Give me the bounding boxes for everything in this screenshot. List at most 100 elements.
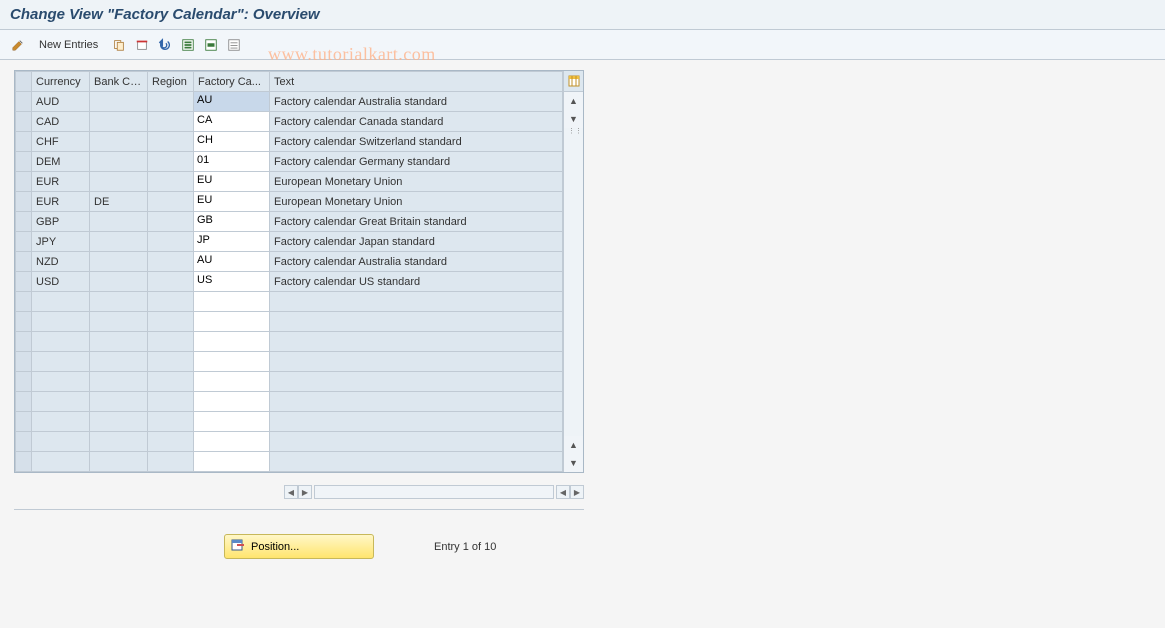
cell-factory[interactable] (194, 332, 270, 352)
table-row-empty[interactable] (16, 432, 563, 452)
cell-factory[interactable] (194, 432, 270, 452)
cell-factory[interactable] (194, 452, 270, 472)
row-selector[interactable] (16, 192, 32, 212)
new-entries-button[interactable]: New Entries (31, 37, 106, 53)
table-row-empty[interactable] (16, 392, 563, 412)
table-row[interactable]: CHFCHFactory calendar Switzerland standa… (16, 132, 563, 152)
row-selector[interactable] (16, 412, 32, 432)
scroll-track[interactable]: ⋮⋮ (564, 128, 583, 436)
table-row-empty[interactable] (16, 372, 563, 392)
cell-factory[interactable]: GB (194, 212, 270, 232)
cell-factory[interactable]: JP (194, 232, 270, 252)
cell-bank (90, 332, 148, 352)
col-region-header[interactable]: Region (148, 72, 194, 92)
row-selector[interactable] (16, 292, 32, 312)
hscroll-right-small-icon[interactable]: ▶ (298, 485, 312, 499)
cell-bank (90, 452, 148, 472)
col-currency-header[interactable]: Currency (32, 72, 90, 92)
cell-factory[interactable] (194, 312, 270, 332)
scroll-down-small-icon[interactable]: ▼ (564, 110, 583, 128)
table-row-empty[interactable] (16, 452, 563, 472)
cell-factory[interactable]: 01 (194, 152, 270, 172)
undo-icon[interactable] (155, 35, 175, 55)
cell-factory[interactable]: EU (194, 192, 270, 212)
cell-text (270, 412, 563, 432)
hscroll-left-end-icon[interactable]: ◀ (556, 485, 570, 499)
deselect-all-icon[interactable] (224, 35, 244, 55)
row-selector[interactable] (16, 232, 32, 252)
row-selector[interactable] (16, 132, 32, 152)
row-selector[interactable] (16, 332, 32, 352)
cell-text: Factory calendar Germany standard (270, 152, 563, 172)
cell-text: European Monetary Union (270, 192, 563, 212)
table-row[interactable]: USDUSFactory calendar US standard (16, 272, 563, 292)
table-row[interactable]: EURDEEUEuropean Monetary Union (16, 192, 563, 212)
cell-currency: AUD (32, 92, 90, 112)
cell-text: Factory calendar Great Britain standard (270, 212, 563, 232)
row-selector[interactable] (16, 452, 32, 472)
page-title: Change View "Factory Calendar": Overview (0, 0, 1165, 30)
col-bank-header[interactable]: Bank Co... (90, 72, 148, 92)
row-selector[interactable] (16, 392, 32, 412)
table-row-empty[interactable] (16, 332, 563, 352)
select-all-icon[interactable] (178, 35, 198, 55)
row-selector[interactable] (16, 212, 32, 232)
cell-factory[interactable] (194, 372, 270, 392)
hscroll-track[interactable] (314, 485, 554, 499)
hscroll-right-icon[interactable]: ▶ (570, 485, 584, 499)
row-selector[interactable] (16, 252, 32, 272)
table-row-empty[interactable] (16, 292, 563, 312)
row-selector[interactable] (16, 152, 32, 172)
table-row[interactable]: CADCAFactory calendar Canada standard (16, 112, 563, 132)
table-row-empty[interactable] (16, 412, 563, 432)
table-row[interactable]: GBPGBFactory calendar Great Britain stan… (16, 212, 563, 232)
delete-icon[interactable] (132, 35, 152, 55)
table-row[interactable]: NZDAUFactory calendar Australia standard (16, 252, 563, 272)
table-row[interactable]: EUREUEuropean Monetary Union (16, 172, 563, 192)
position-button[interactable]: Position... (224, 534, 374, 559)
select-block-icon[interactable] (201, 35, 221, 55)
cell-factory[interactable] (194, 392, 270, 412)
cell-factory[interactable] (194, 412, 270, 432)
cell-factory[interactable]: CA (194, 112, 270, 132)
row-selector[interactable] (16, 112, 32, 132)
col-factory-header[interactable]: Factory Ca... (194, 72, 270, 92)
table-row-empty[interactable] (16, 312, 563, 332)
table-row[interactable]: JPYJPFactory calendar Japan standard (16, 232, 563, 252)
cell-factory[interactable]: US (194, 272, 270, 292)
toggle-edit-icon[interactable] (8, 35, 28, 55)
row-selector[interactable] (16, 272, 32, 292)
cell-factory[interactable]: AU (194, 92, 270, 112)
hscroll-left-icon[interactable]: ◀ (284, 485, 298, 499)
cell-currency (32, 312, 90, 332)
cell-factory[interactable] (194, 352, 270, 372)
cell-factory[interactable]: AU (194, 252, 270, 272)
vertical-scrollbar[interactable]: ▲ ▼ ⋮⋮ ▲ ▼ (563, 71, 583, 472)
table-settings-icon[interactable] (564, 71, 583, 92)
table-row-empty[interactable] (16, 352, 563, 372)
cell-region (148, 432, 194, 452)
row-selector[interactable] (16, 432, 32, 452)
row-selector[interactable] (16, 372, 32, 392)
row-selector[interactable] (16, 352, 32, 372)
scroll-up-icon[interactable]: ▲ (564, 92, 583, 110)
table-row[interactable]: AUDAUFactory calendar Australia standard (16, 92, 563, 112)
cell-factory[interactable]: EU (194, 172, 270, 192)
row-selector[interactable] (16, 172, 32, 192)
cell-region (148, 192, 194, 212)
scroll-down-icon[interactable]: ▼ (564, 454, 583, 472)
cell-factory[interactable] (194, 292, 270, 312)
copy-icon[interactable] (109, 35, 129, 55)
cell-currency (32, 352, 90, 372)
col-text-header[interactable]: Text (270, 72, 563, 92)
cell-factory[interactable]: CH (194, 132, 270, 152)
row-selector[interactable] (16, 312, 32, 332)
cell-bank (90, 252, 148, 272)
cell-bank (90, 372, 148, 392)
table-row[interactable]: DEM 01Factory calendar Germany standard (16, 152, 563, 172)
row-selector[interactable] (16, 92, 32, 112)
cell-currency: DEM (32, 152, 90, 172)
col-selector-header[interactable] (16, 72, 32, 92)
scroll-up-bottom-icon[interactable]: ▲ (564, 436, 583, 454)
cell-bank (90, 312, 148, 332)
